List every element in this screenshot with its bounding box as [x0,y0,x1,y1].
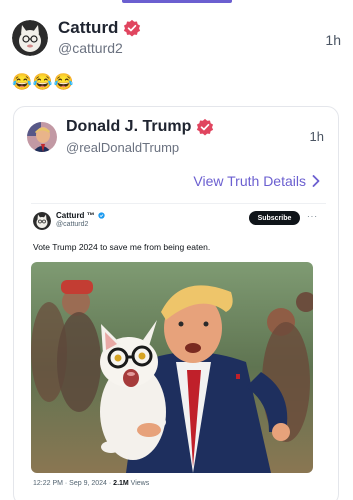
top-tab-indicator [122,0,232,3]
view-truth-details-link[interactable]: View Truth Details [193,173,320,189]
quoted-post-timestamp: 1h [309,129,324,144]
tweet-text: Vote Trump 2024 to save me from being ea… [33,242,211,252]
cat-avatar-icon [33,212,51,230]
author-handle[interactable]: @catturd2 [58,40,123,56]
verified-badge-icon [197,118,214,136]
tweet-author-row: Catturd ™ [56,211,105,220]
post-timestamp: 1h [325,32,341,48]
quoted-post-card[interactable]: Donald J. Trump @realDonaldTrump 1h View… [13,106,339,500]
author-display-name[interactable]: Catturd [58,18,118,38]
tweet-author-name: Catturd ™ [56,211,95,220]
tweet-author-handle: @catturd2 [56,221,89,228]
tweet-timestamp: 12:22 PM · Sep 9, 2024 · [33,480,114,487]
quoted-author-name[interactable]: Donald J. Trump [66,118,191,136]
post-header: Catturd @catturd2 1h [12,16,341,60]
tweet-views-label: Views [128,480,150,487]
view-truth-details-label: View Truth Details [193,173,306,189]
more-options-icon: ··· [307,212,318,221]
tweet-meta: 12:22 PM · Sep 9, 2024 · 2.1M Views [33,480,149,487]
quoted-author-name-row: Donald J. Trump [66,118,214,136]
embedded-tweet-image[interactable]: Catturd ™ @catturd2 Subscribe ··· Vote T… [31,203,326,500]
subscribe-button: Subscribe [249,211,300,225]
verified-badge-icon [124,19,141,37]
tweet-views-count: 2.1M [113,480,129,487]
quoted-author-handle[interactable]: @realDonaldTrump [66,140,179,155]
chevron-right-icon [312,175,320,187]
trump-avatar-icon[interactable] [27,122,57,152]
cat-avatar-icon[interactable] [12,20,48,56]
trump-carrying-cat-image [31,262,313,473]
post-text: 😂😂😂 [12,74,75,91]
verified-badge-icon [98,212,105,219]
author-name-row: Catturd [58,18,141,38]
